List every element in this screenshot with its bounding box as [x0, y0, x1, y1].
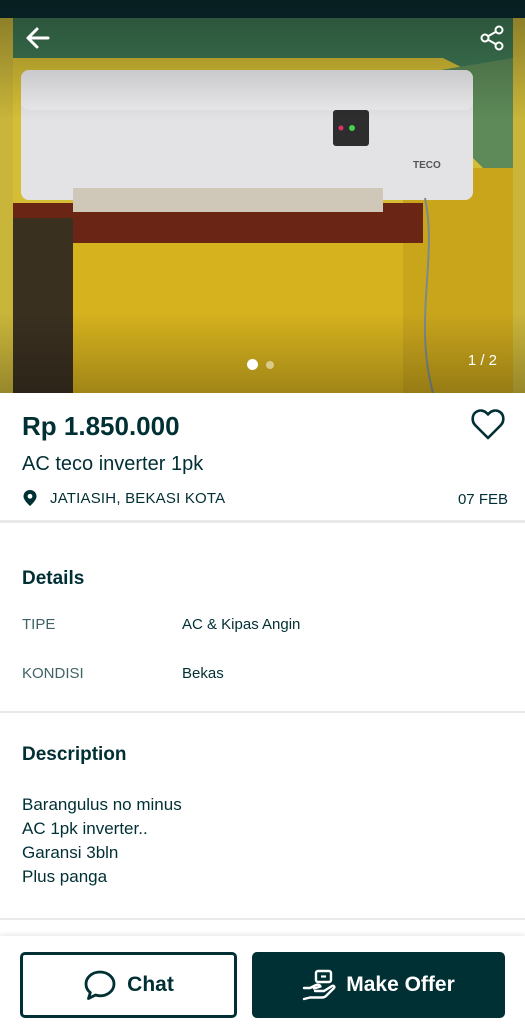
chat-label: Chat: [127, 973, 174, 996]
back-arrow-icon: [26, 27, 50, 49]
posted-date: 07 FEB: [457, 491, 508, 508]
details-value: Bekas: [182, 665, 224, 682]
brand-label: TECO: [413, 160, 441, 171]
price: Rp 1.850.000: [22, 411, 180, 441]
details-section: Details TIPE AC & Kipas Angin KONDISI Be…: [0, 526, 525, 713]
make-offer-label: Make Offer: [346, 973, 455, 996]
action-bar: Chat Make Offer: [0, 936, 525, 1024]
details-value: AC & Kipas Angin: [182, 616, 301, 633]
product-photo-carousel[interactable]: TECO 1 / 2: [0, 0, 525, 393]
description-text: Barangulus no minus AC 1pk inverter.. Ga…: [22, 795, 182, 886]
back-button[interactable]: [18, 18, 58, 58]
carousel-dots: [247, 359, 274, 370]
share-icon: [480, 25, 504, 51]
chat-bubble-icon: [84, 970, 116, 1000]
details-key: KONDISI: [22, 665, 84, 682]
carousel-dot-active[interactable]: [247, 359, 258, 370]
listing-info: Rp 1.850.000 AC teco inverter 1pk JATIAS…: [0, 393, 525, 523]
make-offer-button[interactable]: Make Offer: [252, 952, 505, 1018]
offer-hand-icon: [303, 969, 336, 1001]
details-title: Details: [22, 568, 85, 589]
details-key: TIPE: [22, 616, 56, 633]
location-row: JATIASIH, BEKASI KOTA: [22, 489, 225, 507]
photo-top-gradient: [0, 0, 525, 120]
carousel-dot[interactable]: [266, 360, 274, 369]
description-title: Description: [22, 744, 127, 765]
photo-bottom-gradient: [0, 313, 525, 393]
favorite-button[interactable]: [470, 407, 508, 443]
description-section: Description Barangulus no minus AC 1pk i…: [0, 713, 525, 920]
chat-button[interactable]: Chat: [20, 952, 237, 1018]
location-text: JATIASIH, BEKASI KOTA: [50, 489, 226, 507]
location-pin-icon: [23, 490, 37, 506]
photo-counter: 1 / 2: [467, 352, 497, 369]
heart-icon: [471, 409, 505, 440]
listing-title: AC teco inverter 1pk: [22, 453, 204, 475]
share-button[interactable]: [472, 18, 512, 58]
